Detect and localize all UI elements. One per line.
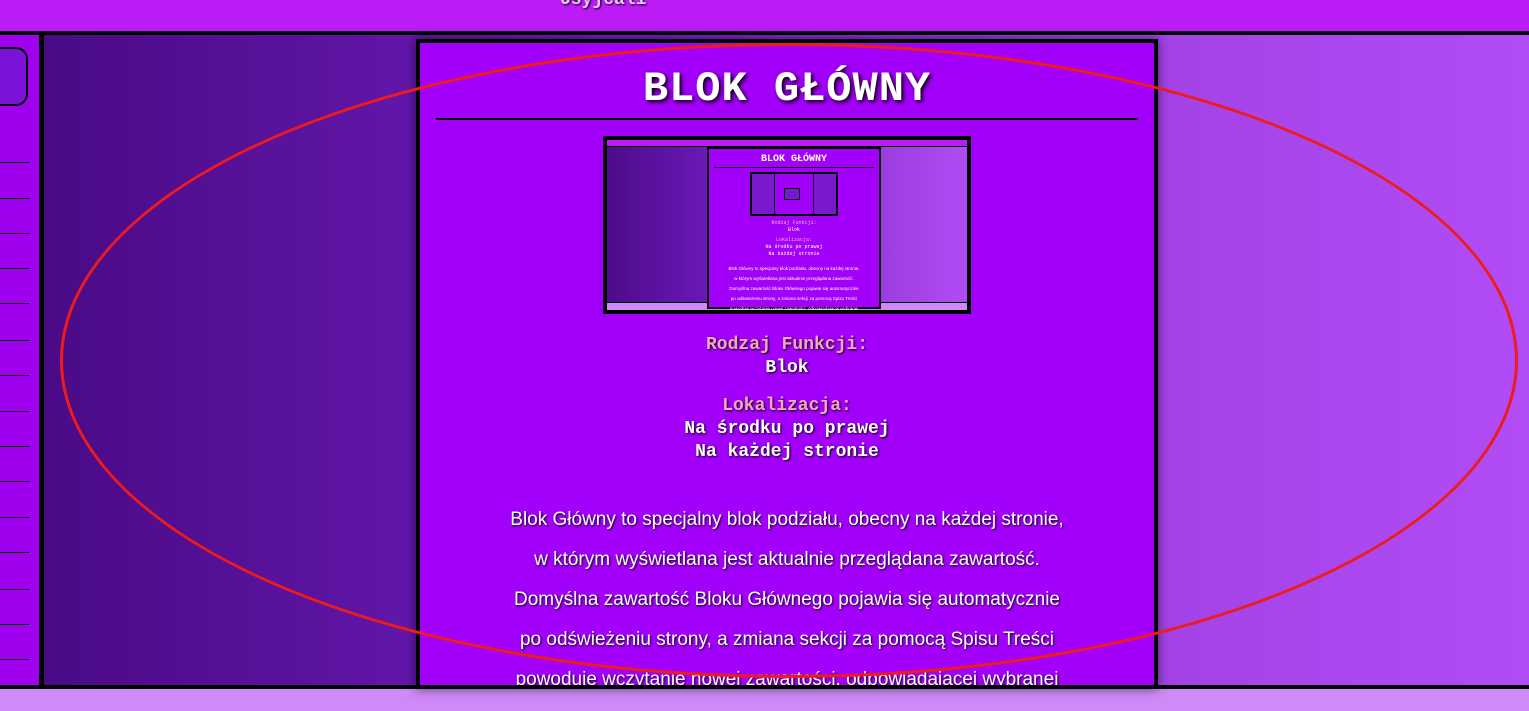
thumbnail-description-line: Blok Główny to specjalny blok podziału, …: [728, 266, 860, 271]
top-navigation-bar: Usyjcali: [0, 0, 1529, 35]
function-type-value: Blok: [765, 358, 809, 378]
thumbnail-description: Blok Główny to specjalny blok podziału, …: [709, 264, 879, 311]
topbar-label[interactable]: Usyjcali: [560, 0, 646, 10]
sidebar-divider: [0, 624, 29, 625]
thumbnail-description-line: w którym wyświetlana jest aktualnie prze…: [734, 276, 854, 281]
description-line: w którym wyświetlana jest aktualnie prze…: [534, 549, 1040, 570]
thumbnail-description-line: powoduje wczytanie nowej zawartości, odp…: [729, 306, 859, 311]
description-line: Blok Główny to specjalny blok podziału, …: [510, 509, 1064, 530]
thumbnail-description-line: po odświeżeniu strony, a zmiana sekcji z…: [730, 296, 858, 301]
thumbnail-right-panel: [879, 140, 967, 310]
sidebar-divider: [0, 659, 29, 660]
sidebar-divider: [0, 233, 29, 234]
thumbnail-title: BLOK GŁÓWNY: [760, 154, 827, 165]
sidebar-divider: [0, 303, 29, 304]
location-section: Lokalizacja: Na środku po prawej Na każd…: [420, 395, 1154, 464]
thumbnail-topbar: [607, 140, 967, 147]
thumbnail-function-label: Rodzaj Funkcji:: [771, 220, 817, 226]
sidebar-divider: [0, 340, 29, 341]
page-title: BLOK GŁÓWNY: [642, 65, 932, 113]
sidebar-divider: [0, 552, 29, 553]
thumbnail-location-line: Na środku po prawej: [765, 244, 823, 250]
sidebar-divider: [0, 481, 29, 482]
function-section: Rodzaj Funkcji: Blok: [420, 334, 1154, 380]
thumbnail-main-block: BLOK GŁÓWNY Rodzaj Funkcji: Blok Lokaliz…: [707, 147, 881, 310]
sidebar-divider: [0, 375, 29, 376]
sidebar-divider: [0, 268, 29, 269]
sidebar: [0, 35, 44, 685]
location-line: Na środku po prawej: [684, 419, 890, 439]
thumbnail-left-panel: [607, 140, 707, 310]
location-label: Lokalizacja:: [722, 396, 852, 416]
thumbnail-description-line: Domyślna zawartość Bloku Głównego pojawi…: [729, 286, 859, 291]
sidebar-divider: [0, 589, 29, 590]
title-divider: [436, 118, 1138, 120]
sidebar-divider: [0, 198, 29, 199]
sidebar-toggle-button[interactable]: [0, 47, 28, 106]
description-line: po odświeżeniu strony, a zmiana sekcji z…: [519, 629, 1054, 650]
main-block: BLOK GŁÓWNY BLOK GŁÓWNY Rodzaj Funkcji: …: [416, 39, 1158, 689]
thumbnail-function-value: Blok: [787, 227, 800, 233]
nested-preview-image: [784, 188, 800, 200]
thumbnail-location-line: Na każdej stronie: [768, 251, 820, 257]
sidebar-divider: [0, 162, 29, 163]
thumbnail-location-label: Lokalizacja:: [775, 237, 812, 243]
sidebar-divider: [0, 411, 29, 412]
sidebar-divider: [0, 517, 29, 518]
description-line: Domyślna zawartość Bloku Głównego pojawi…: [514, 589, 1060, 610]
function-type-label: Rodzaj Funkcji:: [705, 335, 869, 355]
location-line: Na każdej stronie: [695, 442, 879, 462]
screenshot-thumbnail: BLOK GŁÓWNY Rodzaj Funkcji: Blok Lokaliz…: [603, 136, 971, 314]
description-paragraph: Blok Główny to specjalny blok podziału, …: [420, 500, 1154, 689]
thumbnail-divider: [714, 167, 874, 168]
thumbnail-nested-preview: [750, 172, 838, 216]
sidebar-divider: [0, 446, 29, 447]
bottom-border: [0, 685, 1529, 689]
